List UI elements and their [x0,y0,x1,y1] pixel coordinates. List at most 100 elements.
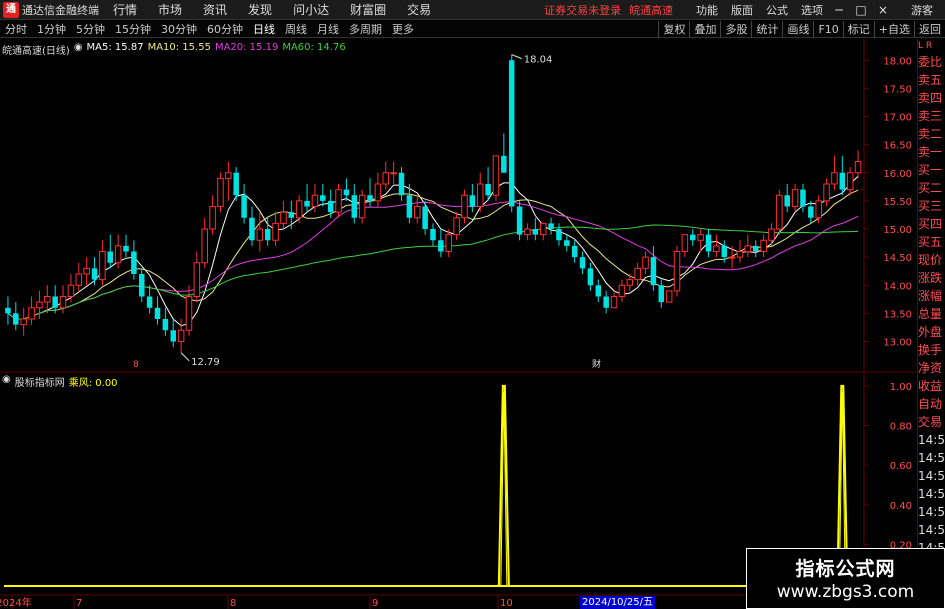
menu-layout[interactable]: 版面 [731,2,753,18]
side-item: 14:5 [918,469,945,483]
candle-body-up [768,228,775,241]
add-watchlist-button[interactable]: +自选 [873,21,914,38]
period-15min[interactable]: 15分钟 [110,21,156,37]
close-icon[interactable]: × [877,3,889,17]
candle-body-up [453,217,460,236]
menu-ask[interactable]: 问小达 [293,1,329,18]
side-item: 买五 [918,235,943,249]
chart-stock-title: 皖通高速(日线) [2,46,70,57]
menu-function[interactable]: 功能 [696,2,718,18]
price-tick-label: 15.00 [883,225,912,236]
period-weekly[interactable]: 周线 [280,21,312,37]
candle-body-up [374,183,382,202]
candle-body-up [311,194,319,207]
period-monthly[interactable]: 月线 [312,21,344,37]
candle-body-down [690,234,696,241]
candle-body-down [107,251,114,263]
candle-body-down [249,217,255,241]
menu-wealth[interactable]: 财富圈 [350,1,386,18]
period-multi[interactable]: 多周期 [344,21,387,37]
candle-body-down [808,206,814,218]
multi-stock-button[interactable]: 多股 [720,21,751,38]
minimize-icon[interactable]: ─ [833,3,845,17]
candle-body-down [752,245,759,252]
candle-body-down [52,296,58,308]
main-chart-legend: 皖通高速(日线) ◉ MA5: 15.87 MA10: 15.55 MA20: … [2,42,346,57]
side-item: 14:5 [918,505,945,519]
side-item: 总量 [918,307,943,321]
watermark-url: www.zbgs3.com [776,582,915,602]
candle-body-up [673,251,681,292]
trade-login-status[interactable]: 证券交易未登录 [544,2,621,18]
candle-body-up [823,183,830,202]
high-marker-line [511,54,522,60]
candle-body-up [846,172,854,191]
candle-body-up [642,256,649,269]
annotations: 18.04 12.79 8 财 [133,54,601,370]
candle-body-down [532,229,539,235]
candle-body-up [791,189,799,207]
candle-body-down [430,229,436,241]
settings-circle-icon[interactable]: ◉ [2,374,11,389]
menu-trade[interactable]: 交易 [407,1,431,18]
kline-chart[interactable]: 18.00 17.50 17.00 16.50 16.00 15.50 15.00 14.50… [0,39,917,609]
side-item: 买二 [918,181,943,195]
candle-body-up [201,228,208,264]
period-30min[interactable]: 30分钟 [156,21,202,37]
candle-body-up [634,267,641,281]
period-more[interactable]: 更多 [387,21,419,37]
side-item: 卖五 [918,73,943,87]
f10-button[interactable]: F10 [813,21,842,38]
moving-averages [7,175,859,327]
side-item: 收益 [918,379,943,393]
candle-body-down [343,189,350,196]
app-logo-icon: 通 [3,1,19,18]
period-60min[interactable]: 60分钟 [202,21,248,37]
menu-market[interactable]: 市场 [158,1,182,18]
period-5min[interactable]: 5分钟 [71,21,110,37]
candlesticks[interactable] [5,54,862,353]
candle-body-up [209,206,216,230]
draw-line-button[interactable]: 画线 [782,21,813,38]
candle-body-up [815,200,822,219]
candle-body-down [288,212,295,218]
period-intraday[interactable]: 分时 [0,21,32,37]
candle-body-down [784,195,790,207]
candle-body-up [28,307,35,320]
guest-label[interactable]: 游客 [911,2,933,18]
menu-discover[interactable]: 发现 [248,1,272,18]
chart-grid [0,39,917,609]
candle-body-down [241,195,247,218]
menu-formula[interactable]: 公式 [766,2,788,18]
side-panel-toggle[interactable]: L R [918,39,945,53]
indicator-tick-label: 0.60 [890,461,912,472]
candle-body-up [445,234,452,252]
candle-body-up [681,234,689,252]
candle-body-down [264,229,271,241]
candle-body-down [162,319,169,331]
indicator-tick-label: 0.80 [890,422,912,433]
candle-body-up [539,222,547,236]
high-price-label: 18.04 [524,55,553,66]
period-daily[interactable]: 日线 [248,21,280,37]
candle-body-up [760,239,767,252]
ma60-label: MA60: 14.76 [282,42,346,53]
period-1min[interactable]: 1分钟 [32,21,71,37]
candle-body-down [123,245,129,252]
mark-button[interactable]: 标记 [842,21,874,38]
candle-body-down [367,195,373,201]
settings-circle-icon[interactable]: ◉ [74,42,83,57]
adjust-button[interactable]: 复权 [658,21,689,38]
maximize-icon[interactable]: □ [855,3,867,17]
candle-body-down [721,245,728,258]
overlay-button[interactable]: 叠加 [689,21,720,38]
price-tick-label: 16.50 [883,141,912,152]
back-button[interactable]: 返回 [914,21,945,38]
menu-options[interactable]: 选项 [801,2,823,18]
menu-quotes[interactable]: 行情 [113,1,137,18]
date-tick-label: 10 [500,598,513,609]
menu-news[interactable]: 资讯 [203,1,227,18]
statistics-button[interactable]: 统计 [751,21,782,38]
candle-body-up [99,251,106,281]
side-item: 14:5 [918,433,945,447]
